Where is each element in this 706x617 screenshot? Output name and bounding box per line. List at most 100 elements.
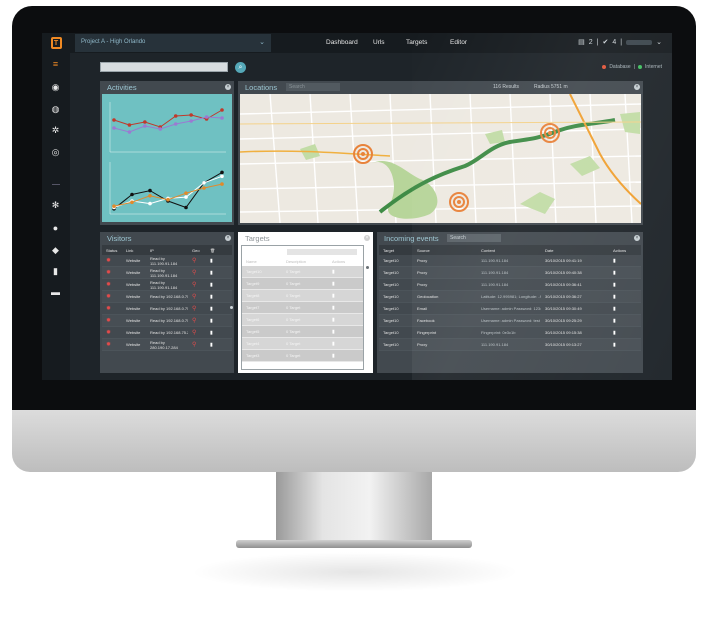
map-pin-icon[interactable]: ⚲ — [188, 281, 206, 288]
nav-urls[interactable]: Urls — [373, 39, 385, 46]
table-row[interactable]: Target10 Fingerprint Fingerprint: 0e3c1b 30… — [379, 327, 641, 339]
user-icon[interactable]: ● — [50, 223, 61, 234]
trash-icon[interactable]: ▮ — [328, 317, 358, 323]
visitor-link[interactable]: Website — [122, 342, 146, 347]
event-target[interactable]: Target10 — [379, 306, 413, 311]
chevron-down-icon[interactable]: ⌄ — [656, 38, 662, 46]
visitor-link[interactable]: Website — [122, 330, 146, 335]
table-row[interactable]: Target9 0 Target ▮ — [242, 278, 363, 290]
map-pin-icon[interactable]: ⚲ — [188, 317, 206, 324]
table-row[interactable]: Target5 0 Target ▮ — [242, 326, 363, 338]
table-row[interactable]: Target10 Proxy 111.190.91.184 30/10/2015 09… — [379, 255, 641, 267]
data-point[interactable] — [202, 181, 206, 185]
search-button[interactable]: ⌕ — [235, 62, 246, 73]
table-row[interactable]: ✹ Website Read by 192.168.0.75 ⚲ ▮ — [102, 291, 232, 303]
table-row[interactable]: ✹ Website Read by 111.190.91.184 ⚲ ▮ — [102, 255, 232, 267]
data-point[interactable] — [148, 194, 152, 198]
trash-icon[interactable]: ▮ — [609, 270, 637, 276]
data-point[interactable] — [189, 113, 193, 117]
check-circle-icon[interactable]: ✔ — [603, 38, 609, 46]
data-point[interactable] — [204, 115, 209, 119]
event-target[interactable]: Target10 — [379, 270, 413, 275]
globe-icon[interactable]: ◍ — [50, 104, 61, 115]
table-row[interactable]: Target10 0 Target ▮ — [242, 266, 363, 278]
data-point[interactable] — [184, 195, 188, 199]
trash-icon[interactable]: ▮ — [206, 270, 220, 276]
table-row[interactable]: ✹ Website Read by 192.168.75.28 ⚲ ▮ — [102, 327, 232, 339]
trash-icon[interactable]: ▮ — [328, 293, 358, 299]
events-search-input[interactable]: Search — [447, 234, 501, 242]
map-pin-icon[interactable]: ⚲ — [188, 257, 206, 264]
trash-icon[interactable]: ▮ — [609, 282, 637, 288]
map-pin-icon[interactable]: ⚲ — [188, 341, 206, 348]
data-point[interactable] — [189, 119, 193, 123]
target-name[interactable]: Target3 — [242, 353, 282, 358]
folder-icon[interactable]: ▬ — [50, 287, 61, 298]
table-row[interactable]: Target8 0 Target ▮ — [242, 290, 363, 302]
event-target[interactable]: Target10 — [379, 294, 413, 299]
trash-icon[interactable]: ▮ — [206, 318, 220, 324]
network-icon[interactable]: ✲ — [50, 125, 61, 136]
data-point[interactable] — [130, 192, 134, 197]
table-row[interactable]: ✹ Website Read by 280.190.17.284 ⚲ ▮ — [102, 339, 232, 351]
target-name[interactable]: Target4 — [242, 341, 282, 346]
trash-icon[interactable]: ▮ — [609, 306, 637, 312]
locations-search-input[interactable]: Search — [286, 83, 340, 91]
event-target[interactable]: Target10 — [379, 330, 413, 335]
gauge-icon[interactable]: ◎ — [50, 147, 61, 158]
close-icon[interactable]: × — [634, 235, 640, 241]
trash-icon[interactable]: ▮ — [206, 330, 220, 336]
data-point[interactable] — [127, 130, 132, 134]
data-point[interactable] — [173, 122, 178, 126]
data-point[interactable] — [112, 118, 116, 122]
trash-icon[interactable]: ▮ — [328, 305, 358, 311]
map-pin-icon[interactable]: ⚲ — [188, 269, 206, 276]
trash-icon[interactable]: ▮ — [328, 269, 358, 275]
trash-icon[interactable]: ▮ — [206, 258, 220, 264]
trash-icon[interactable]: ▮ — [206, 282, 220, 288]
app-logo[interactable]: T — [42, 33, 70, 53]
data-point[interactable] — [220, 182, 224, 186]
data-point[interactable] — [220, 174, 224, 179]
nav-targets[interactable]: Targets — [406, 39, 427, 46]
table-row[interactable]: Target10 Proxy 111.190.91.184 30/10/2015 09… — [379, 339, 641, 351]
table-row[interactable]: Target10 Facebook Username: admin Password… — [379, 315, 641, 327]
table-row[interactable]: Target10 Proxy 111.190.91.184 30/10/2015 09… — [379, 279, 641, 291]
trash-icon[interactable]: ▮ — [328, 353, 358, 359]
global-search-input[interactable] — [100, 62, 228, 72]
map-pin-icon[interactable]: ⚲ — [188, 293, 206, 300]
data-point[interactable] — [148, 188, 152, 193]
data-point[interactable] — [220, 116, 224, 120]
table-row[interactable]: ✹ Website Read by 111.190.91.184 ⚲ ▮ — [102, 279, 232, 291]
nav-editor[interactable]: Editor — [450, 39, 467, 46]
targets-search-input[interactable] — [287, 249, 357, 255]
target-name[interactable]: Target6 — [242, 317, 282, 322]
project-selector[interactable]: Project A - High Orlando ⌄ — [75, 34, 271, 52]
event-target[interactable]: Target10 — [379, 282, 413, 287]
scroll-indicator[interactable] — [366, 266, 369, 269]
visitor-link[interactable]: Website — [122, 306, 146, 311]
trash-icon[interactable]: ▮ — [609, 258, 637, 264]
table-row[interactable]: Target10 Proxy 111.190.91.184 30/10/2015 09… — [379, 267, 641, 279]
close-icon[interactable]: × — [634, 84, 640, 90]
menu-icon[interactable]: ≡ — [50, 59, 61, 70]
event-target[interactable]: Target10 — [379, 258, 413, 263]
trash-icon[interactable]: ▮ — [328, 341, 358, 347]
data-point[interactable] — [173, 114, 178, 118]
trash-icon[interactable]: 🗑 — [206, 248, 220, 253]
data-point[interactable] — [127, 123, 132, 127]
data-point[interactable] — [130, 200, 134, 205]
map-pin-icon[interactable]: ⚲ — [188, 329, 206, 336]
trash-icon[interactable]: ▮ — [206, 294, 220, 300]
table-row[interactable]: Target6 0 Target ▮ — [242, 314, 363, 326]
close-icon[interactable]: × — [364, 235, 370, 241]
target-name[interactable]: Target9 — [242, 281, 282, 286]
target-name[interactable]: Target7 — [242, 305, 282, 310]
event-target[interactable]: Target10 — [379, 318, 413, 323]
visitor-link[interactable]: Website — [122, 294, 146, 299]
trash-icon[interactable]: ▮ — [609, 318, 637, 324]
target-name[interactable]: Target5 — [242, 329, 282, 334]
event-target[interactable]: Target10 — [379, 342, 413, 347]
data-point[interactable] — [143, 120, 147, 124]
table-row[interactable]: ✹ Website Read by 192.168.0.75 ⚲ ▮ — [102, 303, 232, 315]
